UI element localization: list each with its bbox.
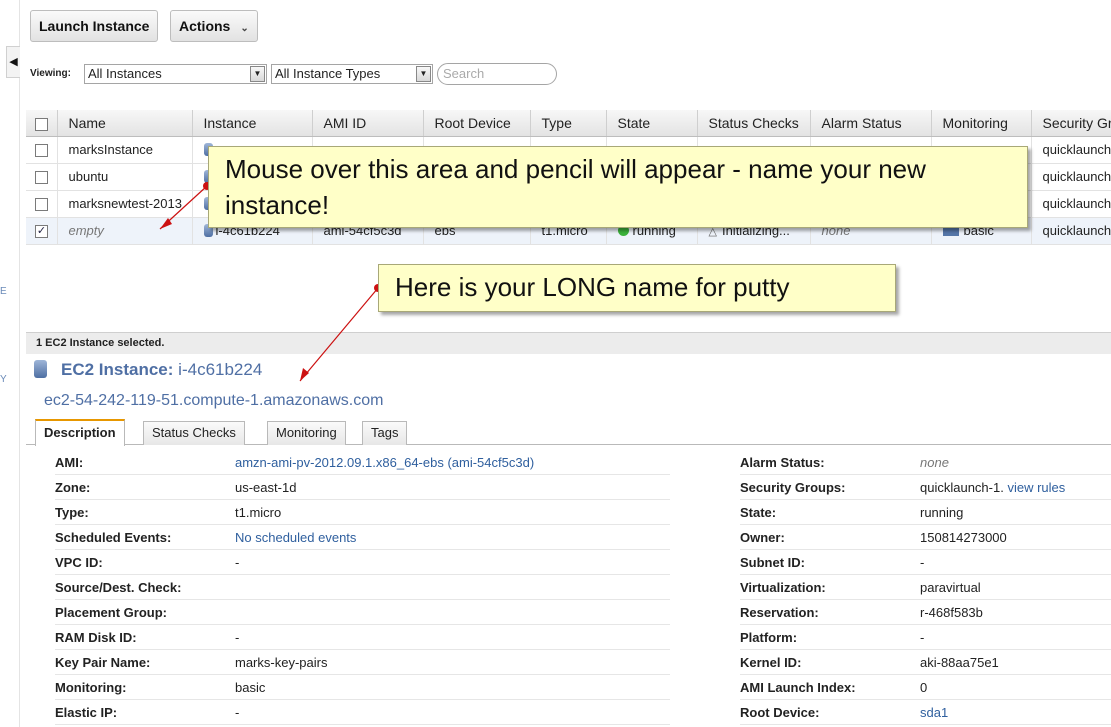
- annotation-arrows: [159, 182, 382, 382]
- annotation-callout-name: Mouse over this area and pencil will app…: [208, 146, 1028, 228]
- annotation-callout-long-name: Here is your LONG name for putty: [378, 264, 896, 312]
